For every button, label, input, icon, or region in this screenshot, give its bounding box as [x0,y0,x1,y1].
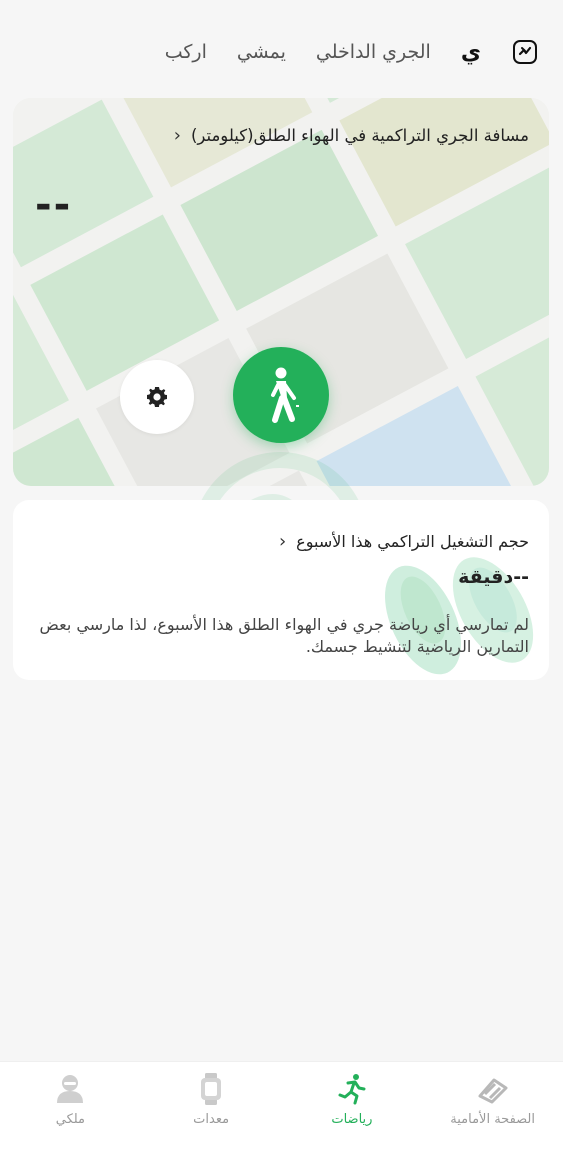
weekly-note: لم تمارسي أي رياضة جري في الهواء الطلق ه… [39,615,530,656]
nav-devices-label: معدات [193,1112,230,1127]
top-tabs: ي الجري الداخلي يمشي اركب [24,28,539,76]
nav-profile-label: ملكي [55,1112,86,1127]
nav-sports[interactable]: رياضات [282,1062,423,1153]
nav-devices[interactable]: معدات [141,1062,282,1153]
tab-outdoor-run[interactable]: ي [461,40,481,65]
weekly-title-row[interactable]: حجم التشغيل التراكمي هذا الأسبوع ‹ [279,532,529,551]
tab-walk[interactable]: يمشي [237,41,286,63]
distance-value: -- [35,182,73,228]
watch-icon [194,1072,228,1106]
running-person-icon [335,1072,369,1106]
weekly-title: حجم التشغيل التراكمي هذا الأسبوع [296,532,529,551]
map-card[interactable]: مسافة الجري التراكمية في الهواء الطلق(كي… [13,98,549,486]
chevron-left-icon: ‹ [173,124,181,146]
tab-ride[interactable]: اركب [165,41,207,63]
nav-home-label: الصفحة الأمامية [450,1112,535,1127]
weekly-value: --دقيقة [458,566,529,588]
chevron-left-icon: ‹ [278,530,287,552]
map-title-row[interactable]: مسافة الجري التراكمية في الهواء الطلق(كي… [33,126,529,145]
profile-icon [53,1072,87,1106]
start-workout-button[interactable] [233,347,329,443]
settings-button[interactable] [120,360,194,434]
weekly-summary-card[interactable]: حجم التشغيل التراكمي هذا الأسبوع ‹ --دقي… [13,500,549,680]
tab-indoor-run[interactable]: الجري الداخلي [316,41,431,63]
nav-sports-label: رياضات [331,1112,373,1127]
map-title: مسافة الجري التراكمية في الهواء الطلق(كي… [190,126,529,145]
nav-home[interactable]: الصفحة الأمامية [422,1062,563,1153]
nav-profile[interactable]: ملكي [0,1062,141,1153]
gear-icon [147,387,167,407]
bottom-navigation: الصفحة الأمامية رياضات معدات ملكي [0,1061,563,1153]
home-stripes-icon [476,1072,510,1106]
walking-figure-icon [271,367,299,423]
run-outdoor-icon[interactable] [511,38,539,66]
